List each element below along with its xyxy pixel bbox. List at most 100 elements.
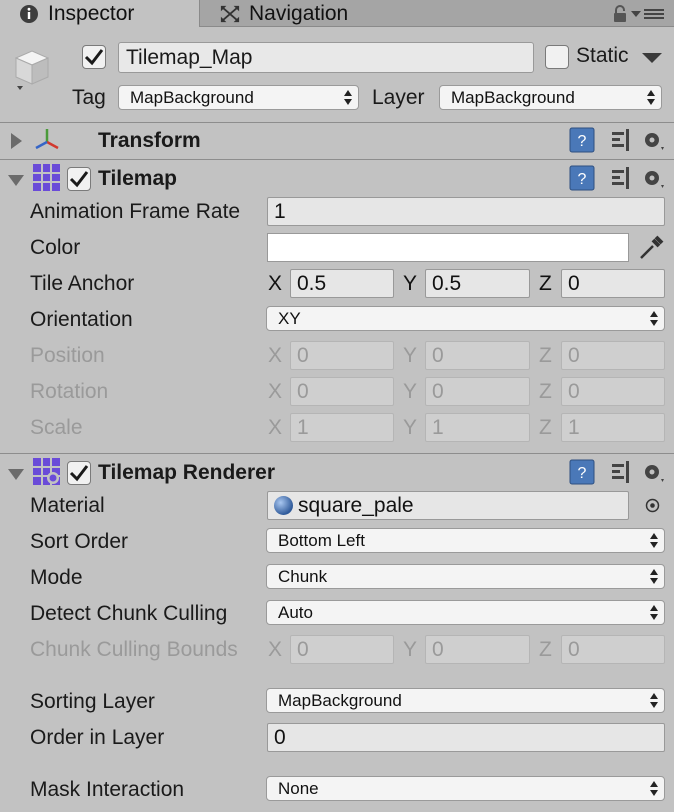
tilemap-renderer-title[interactable]: Tilemap Renderer bbox=[98, 461, 275, 485]
orientation-label: Orientation bbox=[30, 308, 133, 331]
chunk-culling-bounds-x-field: 0 bbox=[290, 635, 394, 664]
x-axis-label: X bbox=[268, 272, 283, 295]
updown-arrows-icon bbox=[650, 781, 658, 796]
preset-sliders-icon bbox=[612, 129, 629, 151]
svg-text:?: ? bbox=[578, 465, 587, 482]
mask-interaction-label: Mask Interaction bbox=[30, 778, 185, 801]
eyedropper-icon[interactable] bbox=[637, 234, 665, 262]
scale-z-field: 1 bbox=[561, 413, 665, 442]
mode-value: Chunk bbox=[278, 567, 328, 586]
tile-anchor-z-field[interactable]: 0 bbox=[561, 269, 665, 298]
updown-arrows-icon bbox=[650, 605, 658, 620]
sorting-layer-dropdown[interactable]: MapBackground bbox=[266, 688, 665, 713]
tilemap-grid-icon bbox=[33, 164, 60, 191]
layer-value: MapBackground bbox=[451, 88, 575, 107]
color-label: Color bbox=[30, 236, 81, 259]
order-in-layer-field[interactable]: 0 bbox=[267, 723, 665, 752]
z-axis-label: Z bbox=[539, 272, 552, 295]
gear-icon bbox=[645, 171, 664, 188]
lock-icon[interactable] bbox=[613, 5, 627, 22]
help-book-icon: ? bbox=[569, 127, 595, 153]
sorting-layer-value: MapBackground bbox=[278, 691, 402, 710]
svg-text:?: ? bbox=[578, 171, 587, 188]
animation-frame-rate-field[interactable]: 1 bbox=[267, 197, 665, 226]
x-axis-label: X bbox=[268, 638, 283, 661]
separator bbox=[0, 453, 674, 454]
mask-interaction-dropdown[interactable]: None bbox=[266, 776, 665, 801]
y-axis-label: Y bbox=[403, 416, 418, 439]
tilemap-renderer-enabled-checkbox[interactable] bbox=[67, 461, 91, 485]
updown-arrows-icon bbox=[344, 90, 352, 105]
transform-title[interactable]: Transform bbox=[98, 129, 201, 153]
static-label: Static bbox=[576, 44, 629, 67]
component-header-icons: ? bbox=[569, 127, 664, 153]
tab-navigation[interactable]: Navigation bbox=[201, 0, 401, 27]
updown-arrows-icon bbox=[650, 533, 658, 548]
position-x-field: 0 bbox=[290, 341, 394, 370]
layer-dropdown[interactable]: MapBackground bbox=[439, 85, 662, 110]
y-axis-label: Y bbox=[403, 272, 418, 295]
tilemap-title[interactable]: Tilemap bbox=[98, 167, 177, 191]
sort-order-value: Bottom Left bbox=[278, 531, 365, 550]
position-z-field: 0 bbox=[561, 341, 665, 370]
orientation-value: XY bbox=[278, 309, 301, 328]
mode-label: Mode bbox=[30, 566, 83, 589]
detect-chunk-culling-label: Detect Chunk Culling bbox=[30, 602, 228, 625]
updown-arrows-icon bbox=[647, 90, 655, 105]
material-field[interactable]: square_pale bbox=[267, 491, 629, 520]
sort-order-dropdown[interactable]: Bottom Left bbox=[266, 528, 665, 553]
gameobject-icon[interactable] bbox=[11, 46, 57, 90]
help-book-icon: ? bbox=[569, 459, 595, 485]
svg-text:?: ? bbox=[578, 133, 587, 150]
tile-anchor-y-field[interactable]: 0.5 bbox=[425, 269, 530, 298]
static-dropdown-icon[interactable] bbox=[642, 53, 662, 63]
rotation-z-field: 0 bbox=[561, 377, 665, 406]
scale-x-field: 1 bbox=[290, 413, 394, 442]
static-checkbox[interactable] bbox=[545, 45, 569, 69]
y-axis-label: Y bbox=[403, 638, 418, 661]
tilemap-renderer-icon bbox=[33, 458, 60, 485]
layer-label: Layer bbox=[372, 86, 425, 109]
tab-label: Navigation bbox=[249, 1, 349, 25]
foldout-expanded-icon[interactable] bbox=[8, 175, 24, 186]
scale-y-field: 1 bbox=[425, 413, 530, 442]
z-axis-label: Z bbox=[539, 416, 552, 439]
orientation-dropdown[interactable]: XY bbox=[266, 306, 665, 331]
tilemap-enabled-checkbox[interactable] bbox=[67, 167, 91, 191]
tag-dropdown[interactable]: MapBackground bbox=[118, 85, 359, 110]
position-label: Position bbox=[30, 344, 105, 367]
tab-bar: Inspector Navigation bbox=[0, 0, 674, 27]
separator bbox=[0, 122, 674, 123]
chunk-culling-bounds-label: Chunk Culling Bounds bbox=[30, 638, 238, 661]
navigation-icon bbox=[220, 4, 240, 24]
active-checkbox[interactable] bbox=[82, 45, 106, 69]
foldout-collapsed-icon[interactable] bbox=[11, 133, 22, 149]
updown-arrows-icon bbox=[650, 693, 658, 708]
transform-icon bbox=[35, 129, 59, 150]
x-axis-label: X bbox=[268, 344, 283, 367]
component-header-icons: ? bbox=[569, 459, 664, 485]
x-axis-label: X bbox=[268, 380, 283, 403]
scale-label: Scale bbox=[30, 416, 83, 439]
tab-inspector[interactable]: Inspector bbox=[0, 0, 200, 27]
rotation-y-field: 0 bbox=[425, 377, 530, 406]
color-swatch[interactable] bbox=[267, 233, 629, 262]
tile-anchor-label: Tile Anchor bbox=[30, 272, 135, 295]
y-axis-label: Y bbox=[403, 344, 418, 367]
x-axis-label: X bbox=[268, 416, 283, 439]
foldout-expanded-icon[interactable] bbox=[8, 469, 24, 480]
gear-icon bbox=[645, 133, 664, 150]
name-field[interactable]: Tilemap_Map bbox=[118, 42, 534, 73]
component-header-icons: ? bbox=[569, 165, 664, 191]
help-book-icon: ? bbox=[569, 165, 595, 191]
mode-dropdown[interactable]: Chunk bbox=[266, 564, 665, 589]
tag-label: Tag bbox=[72, 86, 106, 109]
object-picker-icon[interactable] bbox=[645, 498, 660, 513]
updown-arrows-icon bbox=[650, 311, 658, 326]
detect-chunk-culling-dropdown[interactable]: Auto bbox=[266, 600, 665, 625]
gear-icon bbox=[645, 465, 664, 482]
tile-anchor-x-field[interactable]: 0.5 bbox=[290, 269, 394, 298]
preset-sliders-icon bbox=[612, 167, 629, 189]
context-menu-icon[interactable] bbox=[631, 8, 665, 20]
z-axis-label: Z bbox=[539, 344, 552, 367]
